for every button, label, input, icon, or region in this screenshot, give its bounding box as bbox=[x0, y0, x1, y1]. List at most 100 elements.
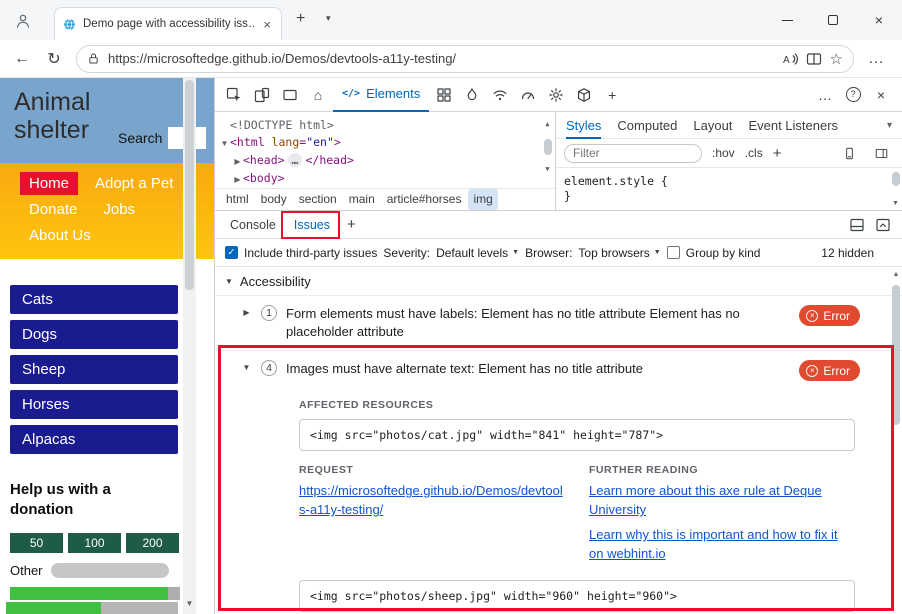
request-link[interactable]: https://microsoftedge.github.io/Demos/de… bbox=[299, 482, 563, 520]
scroll-up-icon[interactable]: ▲ bbox=[545, 116, 549, 133]
issue-row-form-labels[interactable]: ▶ 1 Form elements must have labels: Elem… bbox=[215, 295, 902, 350]
collapsed-content-ellipsis[interactable]: … bbox=[288, 153, 303, 167]
dom-line-html[interactable]: ▼<html lang="en"> bbox=[219, 134, 555, 152]
breadcrumb-body[interactable]: body bbox=[256, 189, 292, 210]
category-button-dogs[interactable]: Dogs bbox=[10, 320, 178, 349]
scroll-down-icon[interactable]: ▼ bbox=[545, 161, 549, 178]
accessibility-section-header[interactable]: ▼ Accessibility bbox=[215, 267, 902, 295]
tab-event-listeners[interactable]: Event Listeners bbox=[748, 112, 838, 139]
browser-dropdown[interactable]: Top browsers▼ bbox=[578, 246, 660, 260]
welcome-home-icon[interactable]: ⌂ bbox=[305, 82, 331, 108]
close-devtools-icon[interactable]: × bbox=[868, 82, 894, 108]
page-scrollbar-thumb[interactable] bbox=[185, 80, 194, 290]
profile-avatar-icon[interactable] bbox=[10, 8, 36, 34]
nav-link-home[interactable]: Home bbox=[20, 172, 78, 195]
breadcrumb-img-selected[interactable]: img bbox=[468, 189, 497, 210]
nav-link-about[interactable]: About Us bbox=[20, 224, 100, 247]
favorites-star-icon[interactable]: ☆ bbox=[830, 50, 843, 68]
settings-more-icon[interactable]: … bbox=[862, 45, 890, 73]
element-classes-button[interactable]: .cls bbox=[745, 146, 763, 160]
other-amount-input[interactable] bbox=[51, 563, 169, 578]
drawer-tab-issues[interactable]: Issues bbox=[285, 211, 339, 239]
scroll-down-icon[interactable]: ▼ bbox=[892, 200, 899, 207]
tab-styles[interactable]: Styles bbox=[566, 112, 601, 139]
dom-scrollbar[interactable]: ▲ ▼ bbox=[542, 116, 553, 178]
minimize-button[interactable] bbox=[764, 0, 810, 40]
page-scrollbar[interactable]: ▼ bbox=[183, 78, 196, 614]
donate-100-button[interactable]: 100 bbox=[68, 533, 121, 553]
nav-link-adopt[interactable]: Adopt a Pet bbox=[86, 172, 182, 195]
collapse-issue-icon[interactable]: ▼ bbox=[241, 360, 252, 372]
collapse-arrow-icon[interactable]: ▶ bbox=[232, 171, 243, 188]
nav-link-jobs[interactable]: Jobs bbox=[94, 198, 144, 221]
address-bar[interactable]: https://microsoftedge.github.io/Demos/de… bbox=[76, 45, 854, 73]
read-aloud-icon[interactable]: A bbox=[782, 51, 798, 67]
styles-scrollbar-thumb[interactable] bbox=[892, 172, 900, 186]
element-style-rule[interactable]: element.style { } bbox=[556, 168, 902, 204]
donate-200-button[interactable]: 200 bbox=[126, 533, 179, 553]
dock-drawer-icon[interactable] bbox=[844, 212, 870, 238]
drawer-tab-console[interactable]: Console bbox=[221, 211, 285, 239]
more-tools-plus-icon[interactable]: + bbox=[599, 82, 625, 108]
performance-gauge-icon[interactable] bbox=[515, 82, 541, 108]
url-text[interactable]: https://microsoftedge.github.io/Demos/de… bbox=[108, 51, 774, 66]
tab-close-icon[interactable]: × bbox=[261, 17, 273, 32]
inspect-icon[interactable] bbox=[221, 82, 247, 108]
new-tab-button[interactable]: + bbox=[296, 10, 305, 28]
help-icon[interactable]: ? bbox=[840, 82, 866, 108]
browser-tab[interactable]: Demo page with accessibility iss… × bbox=[54, 7, 282, 40]
split-screen-icon[interactable] bbox=[806, 51, 822, 67]
category-button-horses[interactable]: Horses bbox=[10, 390, 178, 419]
flame-icon[interactable] bbox=[459, 82, 485, 108]
nav-link-donate[interactable]: Donate bbox=[20, 198, 86, 221]
tab-menu-caret-icon[interactable]: ▾ bbox=[326, 13, 331, 24]
tab-layout[interactable]: Layout bbox=[693, 112, 732, 139]
toggle-element-state-button[interactable]: :hov bbox=[712, 146, 735, 160]
severity-dropdown[interactable]: Default levels▼ bbox=[436, 246, 519, 260]
breadcrumb-article-horses[interactable]: article#horses bbox=[382, 189, 467, 210]
page-scroll-down-icon[interactable]: ▼ bbox=[183, 599, 196, 608]
drawer-more-tabs-button[interactable]: + bbox=[339, 216, 364, 233]
breadcrumb-main[interactable]: main bbox=[344, 189, 380, 210]
donate-50-button[interactable]: 50 bbox=[10, 533, 63, 553]
category-button-sheep[interactable]: Sheep bbox=[10, 355, 178, 384]
dom-scrollbar-thumb[interactable] bbox=[544, 139, 552, 155]
breadcrumb-section[interactable]: section bbox=[294, 189, 342, 210]
dom-line-doctype[interactable]: <!DOCTYPE html> bbox=[219, 117, 555, 134]
back-button[interactable]: ← bbox=[8, 45, 36, 73]
issues-scrollbar[interactable]: ▲ bbox=[890, 267, 902, 614]
more-tabs-chevron-icon[interactable]: ▾ bbox=[887, 120, 892, 131]
expand-issue-icon[interactable]: ▶ bbox=[241, 305, 252, 317]
grid-icon[interactable] bbox=[431, 82, 457, 108]
customize-devtools-icon[interactable]: … bbox=[812, 82, 838, 108]
issues-scrollbar-thumb[interactable] bbox=[892, 285, 900, 425]
include-third-party-checkbox[interactable]: ✓ bbox=[225, 246, 238, 259]
dom-line-body[interactable]: ▶<body> bbox=[219, 170, 555, 188]
device-emulation-icon[interactable] bbox=[249, 82, 275, 108]
expand-drawer-icon[interactable] bbox=[870, 212, 896, 238]
webhint-link[interactable]: Learn why this is important and how to f… bbox=[589, 526, 849, 564]
styles-scrollbar[interactable]: ▼ bbox=[890, 172, 901, 207]
maximize-button[interactable] bbox=[810, 0, 856, 40]
tablet-mode-icon[interactable] bbox=[277, 82, 303, 108]
gear-icon[interactable] bbox=[543, 82, 569, 108]
wifi-network-icon[interactable] bbox=[487, 82, 513, 108]
group-by-kind-checkbox[interactable] bbox=[667, 246, 680, 259]
tab-elements[interactable]: </> Elements bbox=[333, 78, 429, 112]
element-states-icon[interactable] bbox=[836, 140, 862, 166]
breadcrumb-html[interactable]: html bbox=[221, 189, 254, 210]
refresh-button[interactable]: ↻ bbox=[40, 45, 68, 73]
scroll-up-icon[interactable]: ▲ bbox=[890, 271, 902, 278]
styles-filter-input[interactable] bbox=[564, 144, 702, 163]
site-info-lock-icon[interactable] bbox=[87, 52, 100, 65]
close-window-button[interactable]: × bbox=[856, 0, 902, 40]
cube-3d-icon[interactable] bbox=[571, 82, 597, 108]
section-expand-icon[interactable]: ▼ bbox=[225, 277, 233, 286]
new-style-rule-button[interactable]: + bbox=[773, 145, 782, 162]
category-button-cats[interactable]: Cats bbox=[10, 285, 178, 314]
axe-rule-link[interactable]: Learn more about this axe rule at Deque … bbox=[589, 482, 849, 520]
tab-computed[interactable]: Computed bbox=[617, 112, 677, 139]
issue-row-images-alt[interactable]: ▼ 4 Images must have alternate text: Ele… bbox=[215, 350, 902, 390]
category-button-alpacas[interactable]: Alpacas bbox=[10, 425, 178, 454]
expand-arrow-icon[interactable]: ▼ bbox=[219, 135, 230, 152]
